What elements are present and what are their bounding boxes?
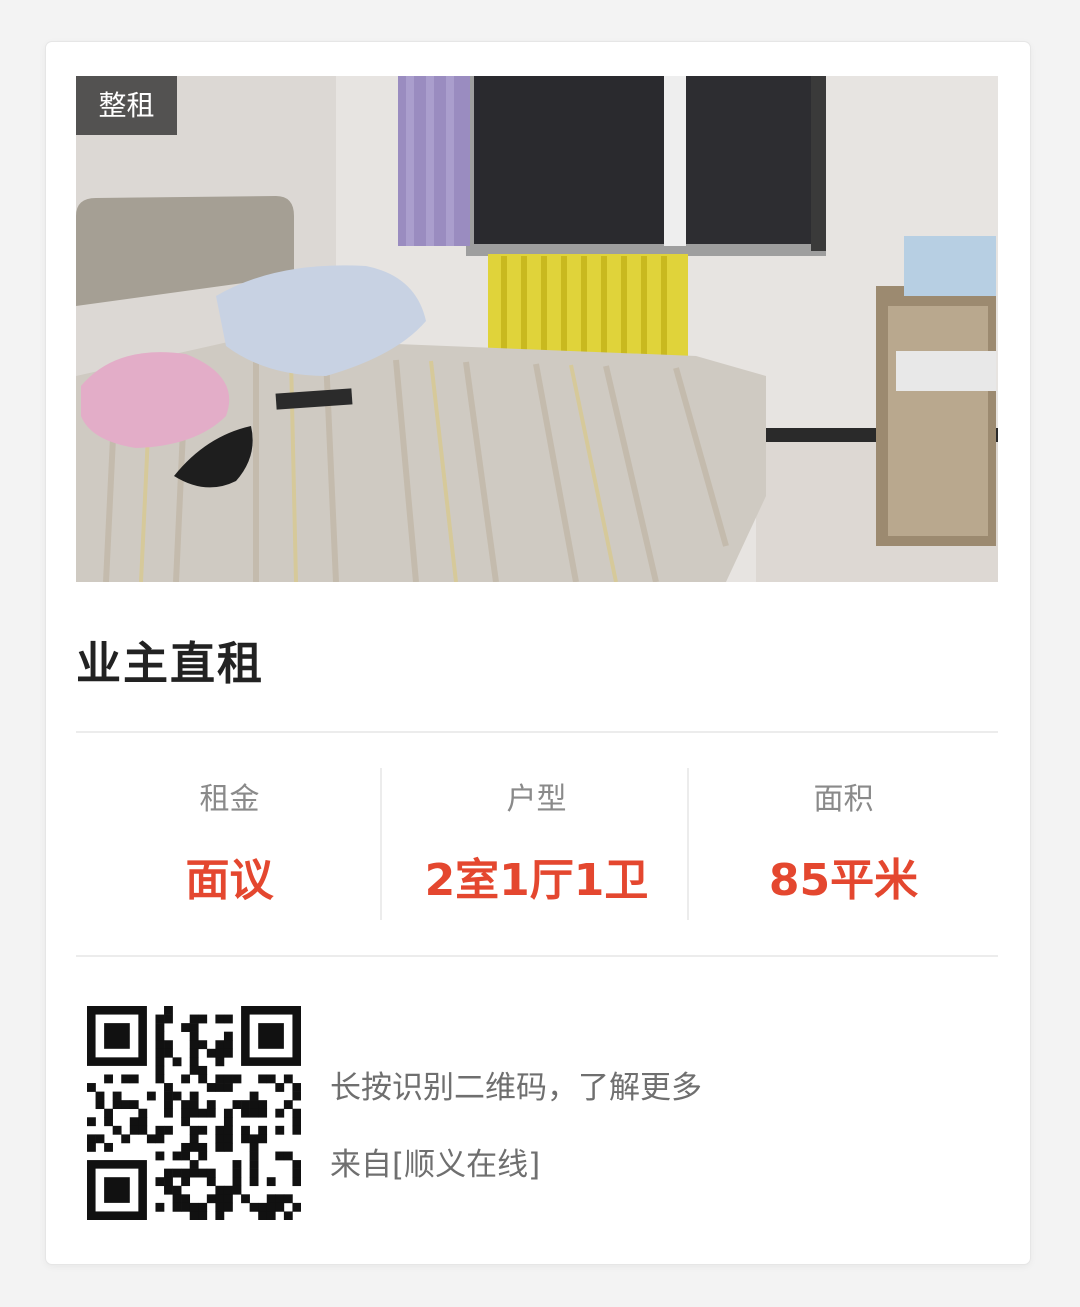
qr-hint-text: 长按识别二维码，了解更多 <box>330 1070 702 1106</box>
listing-photo[interactable]: 整租 <box>76 76 998 582</box>
stat-divider <box>687 768 689 920</box>
stat-rent-label: 租金 <box>199 782 260 817</box>
stat-layout: 户型 2室1厅1卫 <box>383 768 690 920</box>
stat-area: 面积 85平米 <box>690 768 997 920</box>
stat-area-value: 85平米 <box>768 855 919 906</box>
stats-row: 租金 面议 户型 2室1厅1卫 面积 85平米 <box>76 768 998 920</box>
qr-code-icon <box>87 1006 301 1220</box>
stat-layout-label: 户型 <box>506 782 567 817</box>
divider-bottom <box>76 955 998 957</box>
rental-type-tag: 整租 <box>76 76 177 135</box>
source-text: 来自[顺义在线] <box>330 1147 541 1183</box>
listing-title: 业主直租 <box>76 637 265 690</box>
stat-layout-value: 2室1厅1卫 <box>424 855 649 906</box>
stat-rent: 租金 面议 <box>76 768 383 920</box>
divider-top <box>76 731 998 733</box>
listing-card[interactable]: 整租 业主直租 租金 面议 户型 2室1厅1卫 面积 85平米 长按识别二维码，… <box>46 42 1030 1264</box>
stat-divider <box>380 768 382 920</box>
qr-code[interactable] <box>87 1006 301 1220</box>
bedroom-photo-image <box>76 76 998 582</box>
stat-rent-value: 面议 <box>185 855 274 906</box>
stat-area-label: 面积 <box>813 782 874 817</box>
